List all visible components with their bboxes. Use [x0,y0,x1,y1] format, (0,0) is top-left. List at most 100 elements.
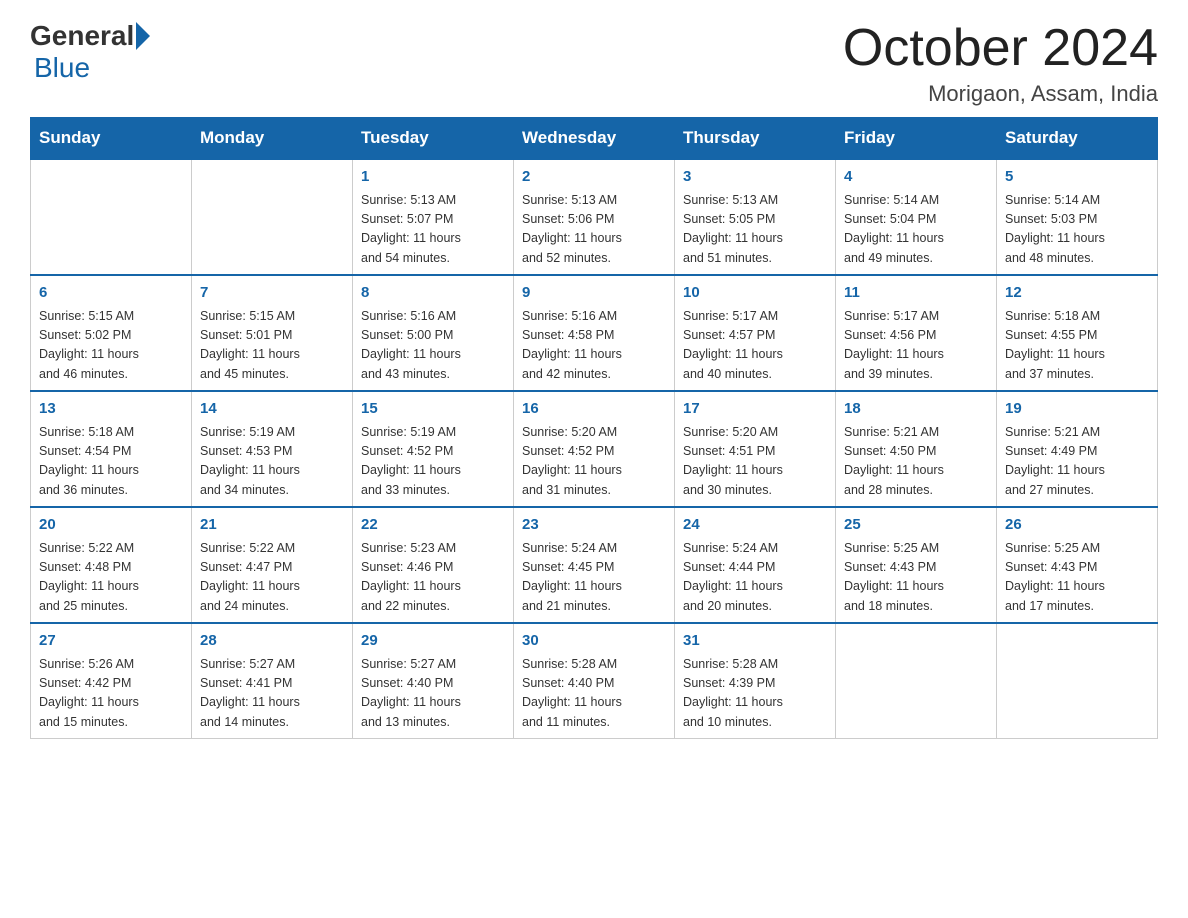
calendar-week-row: 20Sunrise: 5:22 AM Sunset: 4:48 PM Dayli… [31,507,1158,623]
day-number: 24 [683,514,827,537]
weekday-header-friday: Friday [836,118,997,160]
day-info: Sunrise: 5:17 AM Sunset: 4:56 PM Dayligh… [844,307,988,385]
day-info: Sunrise: 5:14 AM Sunset: 5:04 PM Dayligh… [844,191,988,269]
day-info: Sunrise: 5:27 AM Sunset: 4:40 PM Dayligh… [361,655,505,733]
weekday-header-sunday: Sunday [31,118,192,160]
day-number: 4 [844,166,988,189]
day-number: 3 [683,166,827,189]
day-number: 29 [361,630,505,653]
weekday-header-row: SundayMondayTuesdayWednesdayThursdayFrid… [31,118,1158,160]
day-info: Sunrise: 5:18 AM Sunset: 4:54 PM Dayligh… [39,423,183,501]
day-number: 9 [522,282,666,305]
calendar-cell: 4Sunrise: 5:14 AM Sunset: 5:04 PM Daylig… [836,159,997,275]
calendar-cell: 10Sunrise: 5:17 AM Sunset: 4:57 PM Dayli… [675,275,836,391]
day-number: 21 [200,514,344,537]
calendar-cell: 26Sunrise: 5:25 AM Sunset: 4:43 PM Dayli… [997,507,1158,623]
calendar-cell: 22Sunrise: 5:23 AM Sunset: 4:46 PM Dayli… [353,507,514,623]
calendar-cell: 24Sunrise: 5:24 AM Sunset: 4:44 PM Dayli… [675,507,836,623]
calendar-cell: 6Sunrise: 5:15 AM Sunset: 5:02 PM Daylig… [31,275,192,391]
day-number: 18 [844,398,988,421]
day-info: Sunrise: 5:20 AM Sunset: 4:52 PM Dayligh… [522,423,666,501]
day-info: Sunrise: 5:25 AM Sunset: 4:43 PM Dayligh… [1005,539,1149,617]
weekday-header-saturday: Saturday [997,118,1158,160]
calendar-cell [192,159,353,275]
title-section: October 2024 Morigaon, Assam, India [843,20,1158,107]
calendar-cell: 7Sunrise: 5:15 AM Sunset: 5:01 PM Daylig… [192,275,353,391]
calendar-week-row: 6Sunrise: 5:15 AM Sunset: 5:02 PM Daylig… [31,275,1158,391]
day-info: Sunrise: 5:15 AM Sunset: 5:02 PM Dayligh… [39,307,183,385]
day-info: Sunrise: 5:28 AM Sunset: 4:40 PM Dayligh… [522,655,666,733]
day-info: Sunrise: 5:19 AM Sunset: 4:53 PM Dayligh… [200,423,344,501]
calendar-cell: 29Sunrise: 5:27 AM Sunset: 4:40 PM Dayli… [353,623,514,739]
month-title: October 2024 [843,20,1158,77]
calendar-cell: 2Sunrise: 5:13 AM Sunset: 5:06 PM Daylig… [514,159,675,275]
day-number: 7 [200,282,344,305]
calendar-cell: 13Sunrise: 5:18 AM Sunset: 4:54 PM Dayli… [31,391,192,507]
calendar-cell [836,623,997,739]
day-number: 26 [1005,514,1149,537]
calendar-cell: 18Sunrise: 5:21 AM Sunset: 4:50 PM Dayli… [836,391,997,507]
calendar-cell: 23Sunrise: 5:24 AM Sunset: 4:45 PM Dayli… [514,507,675,623]
day-info: Sunrise: 5:20 AM Sunset: 4:51 PM Dayligh… [683,423,827,501]
day-info: Sunrise: 5:21 AM Sunset: 4:49 PM Dayligh… [1005,423,1149,501]
day-number: 13 [39,398,183,421]
day-info: Sunrise: 5:13 AM Sunset: 5:06 PM Dayligh… [522,191,666,269]
day-info: Sunrise: 5:18 AM Sunset: 4:55 PM Dayligh… [1005,307,1149,385]
day-number: 31 [683,630,827,653]
weekday-header-monday: Monday [192,118,353,160]
calendar-cell: 3Sunrise: 5:13 AM Sunset: 5:05 PM Daylig… [675,159,836,275]
day-number: 10 [683,282,827,305]
calendar-cell: 28Sunrise: 5:27 AM Sunset: 4:41 PM Dayli… [192,623,353,739]
day-info: Sunrise: 5:14 AM Sunset: 5:03 PM Dayligh… [1005,191,1149,269]
day-number: 20 [39,514,183,537]
weekday-header-tuesday: Tuesday [353,118,514,160]
day-info: Sunrise: 5:22 AM Sunset: 4:47 PM Dayligh… [200,539,344,617]
calendar-header: SundayMondayTuesdayWednesdayThursdayFrid… [31,118,1158,160]
calendar-cell: 1Sunrise: 5:13 AM Sunset: 5:07 PM Daylig… [353,159,514,275]
calendar-cell: 21Sunrise: 5:22 AM Sunset: 4:47 PM Dayli… [192,507,353,623]
calendar-cell: 20Sunrise: 5:22 AM Sunset: 4:48 PM Dayli… [31,507,192,623]
day-info: Sunrise: 5:27 AM Sunset: 4:41 PM Dayligh… [200,655,344,733]
day-number: 1 [361,166,505,189]
day-number: 27 [39,630,183,653]
day-number: 28 [200,630,344,653]
calendar-cell: 11Sunrise: 5:17 AM Sunset: 4:56 PM Dayli… [836,275,997,391]
calendar-week-row: 1Sunrise: 5:13 AM Sunset: 5:07 PM Daylig… [31,159,1158,275]
calendar-week-row: 27Sunrise: 5:26 AM Sunset: 4:42 PM Dayli… [31,623,1158,739]
calendar-cell: 12Sunrise: 5:18 AM Sunset: 4:55 PM Dayli… [997,275,1158,391]
calendar-cell: 17Sunrise: 5:20 AM Sunset: 4:51 PM Dayli… [675,391,836,507]
day-info: Sunrise: 5:15 AM Sunset: 5:01 PM Dayligh… [200,307,344,385]
calendar-cell: 8Sunrise: 5:16 AM Sunset: 5:00 PM Daylig… [353,275,514,391]
day-info: Sunrise: 5:25 AM Sunset: 4:43 PM Dayligh… [844,539,988,617]
day-info: Sunrise: 5:26 AM Sunset: 4:42 PM Dayligh… [39,655,183,733]
day-info: Sunrise: 5:28 AM Sunset: 4:39 PM Dayligh… [683,655,827,733]
calendar-cell: 31Sunrise: 5:28 AM Sunset: 4:39 PM Dayli… [675,623,836,739]
calendar-body: 1Sunrise: 5:13 AM Sunset: 5:07 PM Daylig… [31,159,1158,739]
day-number: 22 [361,514,505,537]
calendar-cell: 30Sunrise: 5:28 AM Sunset: 4:40 PM Dayli… [514,623,675,739]
day-number: 2 [522,166,666,189]
day-number: 17 [683,398,827,421]
calendar-week-row: 13Sunrise: 5:18 AM Sunset: 4:54 PM Dayli… [31,391,1158,507]
day-info: Sunrise: 5:19 AM Sunset: 4:52 PM Dayligh… [361,423,505,501]
day-info: Sunrise: 5:24 AM Sunset: 4:45 PM Dayligh… [522,539,666,617]
day-number: 15 [361,398,505,421]
calendar-cell: 9Sunrise: 5:16 AM Sunset: 4:58 PM Daylig… [514,275,675,391]
day-number: 19 [1005,398,1149,421]
logo-arrow-icon [136,22,150,50]
day-info: Sunrise: 5:21 AM Sunset: 4:50 PM Dayligh… [844,423,988,501]
calendar-cell: 19Sunrise: 5:21 AM Sunset: 4:49 PM Dayli… [997,391,1158,507]
day-number: 12 [1005,282,1149,305]
day-info: Sunrise: 5:13 AM Sunset: 5:07 PM Dayligh… [361,191,505,269]
calendar-table: SundayMondayTuesdayWednesdayThursdayFrid… [30,117,1158,739]
day-number: 30 [522,630,666,653]
calendar-cell: 16Sunrise: 5:20 AM Sunset: 4:52 PM Dayli… [514,391,675,507]
day-number: 6 [39,282,183,305]
weekday-header-thursday: Thursday [675,118,836,160]
day-info: Sunrise: 5:23 AM Sunset: 4:46 PM Dayligh… [361,539,505,617]
day-number: 25 [844,514,988,537]
logo: General Blue [30,20,152,84]
day-number: 16 [522,398,666,421]
day-number: 23 [522,514,666,537]
day-info: Sunrise: 5:16 AM Sunset: 5:00 PM Dayligh… [361,307,505,385]
